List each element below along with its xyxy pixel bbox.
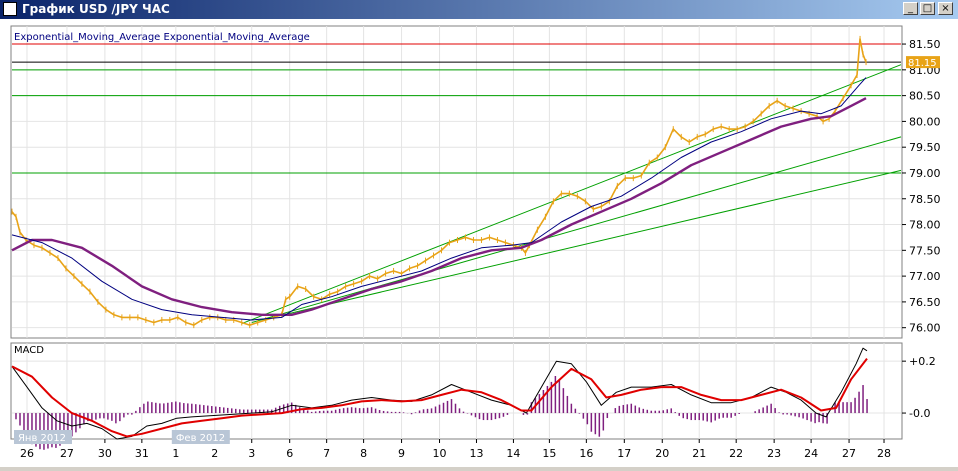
x-tick-label: 21 [692,447,706,460]
y-tick-label: 79.50 [909,141,941,154]
x-tick-label: 13 [469,447,483,460]
y-tick-label: 77.00 [909,270,941,283]
chart-area: 81.50 81.00 80.50 80.00 79.50 79.00 78.50 78.00… [0,19,958,467]
y-tick-label: 76.50 [909,296,941,309]
price-axis: 81.5081.0080.5080.0079.5079.0078.5078.00… [902,38,941,335]
month-label: Фев 2012 [176,433,225,444]
x-tick-label: 6 [286,447,293,460]
x-tick-label: 26 [20,447,34,460]
price-chart-svg: 81.5081.0080.5080.0079.5079.0078.5078.00… [10,25,941,460]
macd-tick-label: -0.0 [909,407,930,420]
y-tick-label: 79.00 [909,167,941,180]
x-tick-label: 24 [804,447,818,460]
month-label: Янв 2012 [18,433,66,444]
y-tick-label: 78.50 [909,193,941,206]
y-tick-label: 77.50 [909,244,941,257]
x-tick-label: 8 [360,447,367,460]
x-tick-label: 17 [617,447,631,460]
y-tick-label: 80.50 [909,90,941,103]
window-title: График USD /JPY ЧАС [22,2,170,16]
macd-tick-label: +0.2 [909,355,936,368]
x-tick-label: 9 [398,447,405,460]
macd-axis: +0.2 -0.0 [902,355,936,420]
close-button[interactable]: × [938,2,953,15]
current-price-tag: 81.15 [906,56,940,69]
y-tick-label: 76.00 [909,322,941,335]
x-tick-label: 3 [248,447,255,460]
x-tick-label: 15 [542,447,556,460]
x-tick-label: 14 [506,447,520,460]
title-bar[interactable]: График USD /JPY ЧАС _ □ × [0,0,958,19]
chart-window: График USD /JPY ЧАС _ □ × 81.50 81.00 80.5… [0,0,958,467]
x-tick-label: 20 [655,447,669,460]
y-tick-label: 78.00 [909,219,941,232]
x-tick-label: 28 [877,447,891,460]
x-tick-label: 31 [135,447,149,460]
maximize-button[interactable]: □ [920,2,935,15]
x-tick-label: 1 [172,447,179,460]
x-tick-label: 7 [323,447,330,460]
y-tick-label: 80.00 [909,115,941,128]
x-tick-label: 16 [579,447,593,460]
price-tag-text: 81.15 [908,58,937,69]
x-tick-label: 2 [211,447,218,460]
x-tick-label: 23 [767,447,781,460]
x-tick-label: 30 [98,447,112,460]
x-tick-label: 10 [433,447,447,460]
minimize-button[interactable]: _ [903,2,918,15]
macd-title: MACD [14,345,44,356]
chart-app-icon [3,2,17,16]
price-panel-frame [10,25,903,339]
x-tick-label: 27 [60,447,74,460]
x-tick-label: 27 [842,447,856,460]
x-tick-label: 22 [729,447,743,460]
y-tick-label: 81.50 [909,38,941,51]
legend-ema: Exponential_Moving_Average Exponential_M… [14,32,310,43]
